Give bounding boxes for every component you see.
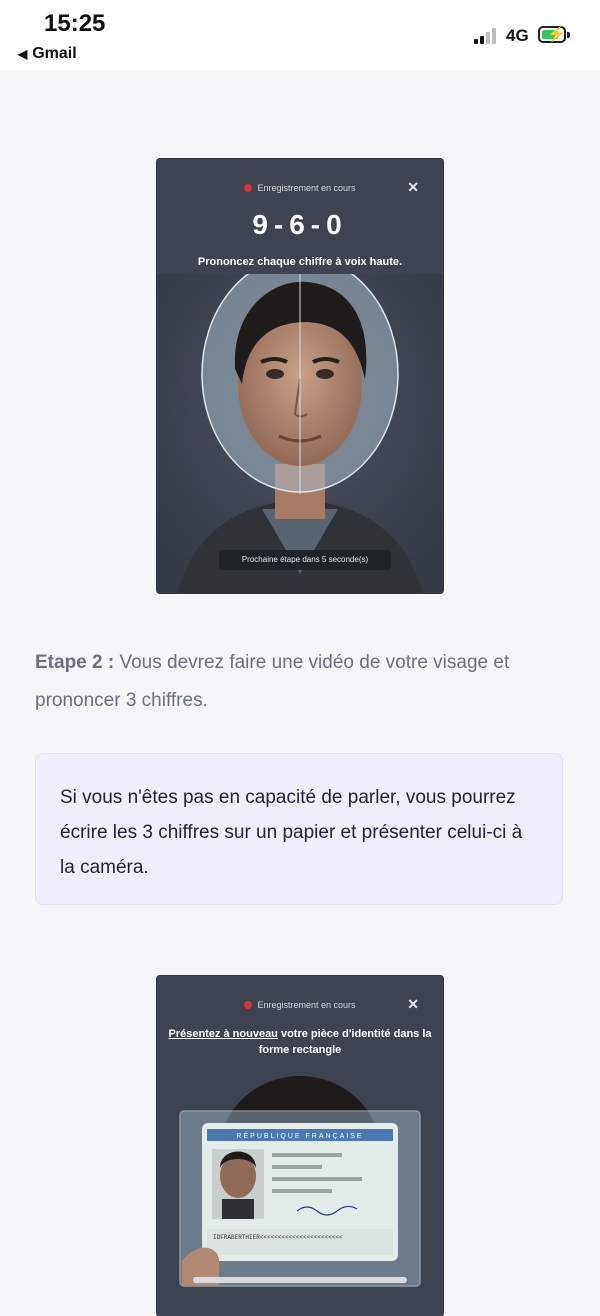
step-2-description: Etape 2 : Vous devrez faire une vidéo de… — [35, 644, 570, 720]
close-icon: ✕ — [407, 179, 419, 195]
record-dot-icon — [244, 1001, 253, 1009]
network-type: 4G — [506, 26, 529, 45]
next-step-countdown: Prochaine étape dans 5 seconde(s) — [219, 550, 391, 570]
card-mrz-text: IDFRABERTHIER<<<<<<<<<<<<<<<<<<<<<<< — [213, 1234, 343, 1241]
recording-indicator: Enregistrement en cours — [157, 1000, 443, 1010]
record-dot-icon — [244, 184, 253, 192]
back-arrow-icon: ◀ — [18, 47, 28, 61]
back-app-label: Gmail — [32, 45, 77, 62]
present-id-instruction: Présentez à nouveau votre pièce d'identi… — [157, 1026, 443, 1058]
cell-signal-icon — [474, 28, 500, 44]
close-icon: ✕ — [407, 996, 419, 1012]
face-photo-illustration — [157, 274, 443, 593]
say-digits-instruction: Prononcez chaque chiffre à voix haute. — [197, 256, 403, 268]
home-indicator — [193, 1277, 407, 1283]
instruction-underlined: Présentez à nouveau — [168, 1028, 278, 1040]
back-to-app-link[interactable]: ◀ Gmail — [18, 45, 77, 63]
id-document-recording-illustration: Enregistrement en cours ✕ Présentez à no… — [157, 976, 443, 1316]
video-recording-illustration: Enregistrement en cours ✕ 9-6-0 Prononce… — [157, 159, 443, 593]
instruction-rest: votre pièce d'identité dans la forme rec… — [258, 1028, 432, 1056]
battery-charging-icon: ⚡ — [538, 26, 570, 43]
status-time: 15:25 — [44, 10, 106, 37]
recording-label: Enregistrement en cours — [257, 1000, 356, 1010]
card-header-text: RÉPUBLIQUE FRANÇAISE — [236, 1131, 363, 1140]
recording-label: Enregistrement en cours — [257, 183, 356, 193]
digits-to-say: 9-6-0 — [252, 209, 348, 240]
info-note-text: Si vous n'êtes pas en capacité de parler… — [60, 787, 523, 878]
info-note-box: Si vous n'êtes pas en capacité de parler… — [35, 753, 563, 905]
recording-indicator: Enregistrement en cours — [157, 183, 443, 193]
status-bar: 15:25 ◀ Gmail 4G ⚡ — [0, 0, 600, 70]
step-2-label: Etape 2 : — [35, 652, 115, 673]
